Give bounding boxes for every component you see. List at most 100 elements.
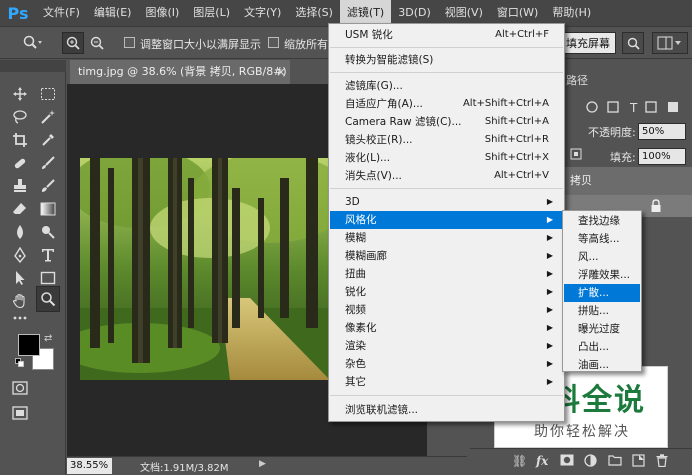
type-icon[interactable] [36, 244, 60, 266]
menu-item-label: 像素化 [345, 322, 377, 334]
brush-icon[interactable] [36, 152, 60, 174]
eraser-icon[interactable] [8, 198, 32, 220]
pen-icon[interactable] [8, 244, 32, 266]
menu-item-usm-sharpen[interactable]: USM 锐化 Alt+Ctrl+F [330, 26, 563, 44]
submenu-arrow-icon: ▶ [546, 359, 553, 368]
zoom-icon[interactable] [36, 286, 60, 312]
menu-item-convert-smart-filter[interactable]: 转换为智能滤镜(S) [330, 51, 563, 69]
menu-file[interactable]: 文件(F) [36, 0, 87, 26]
document-tab[interactable]: timg.jpg @ 38.6% (背景 拷贝, RGB/8#) * [70, 60, 290, 84]
path-selection-icon[interactable] [8, 267, 32, 289]
submenu-item-diffuse[interactable]: 扩散... [564, 284, 640, 302]
menu-item-blur-gallery[interactable]: 模糊画廊 ▶ [330, 247, 563, 265]
submenu-item-find-edges[interactable]: 查找边缘 [564, 212, 640, 230]
menu-item-lens-correction[interactable]: 镜头校正(R)... Shift+Ctrl+R [330, 131, 563, 149]
submenu-arrow-icon: ▶ [546, 251, 553, 260]
search-icon[interactable] [622, 32, 644, 54]
menu-item-stylize[interactable]: 风格化 ▶ [330, 211, 563, 229]
lasso-icon[interactable] [8, 106, 32, 128]
menu-separator [330, 188, 563, 189]
fx-icon[interactable]: fx [536, 454, 548, 468]
history-brush-icon[interactable] [36, 175, 60, 197]
menu-item-label: 杂色 [345, 358, 366, 370]
clone-stamp-icon[interactable] [8, 175, 32, 197]
opacity-label: 不透明度: [588, 126, 636, 139]
opacity-field[interactable]: 50% [638, 123, 686, 140]
menu-item-label: Camera Raw 滤镜(C)... [345, 116, 462, 128]
quick-mask-icon[interactable] [8, 377, 32, 399]
eyedropper-icon[interactable] [36, 129, 60, 151]
submenu-arrow-icon: ▶ [546, 323, 553, 332]
menu-item-camera-raw[interactable]: Camera Raw 滤镜(C)... Shift+Ctrl+A [330, 113, 563, 131]
menu-item-liquify[interactable]: 液化(L)... Shift+Ctrl+X [330, 149, 563, 167]
menu-item-shortcut: Shift+Ctrl+X [484, 152, 549, 163]
menu-item-label: 渲染 [345, 340, 366, 352]
layer-filter-icons[interactable]: T [584, 100, 684, 117]
menu-item-label: 风格化 [345, 214, 377, 226]
marquee-icon[interactable] [36, 83, 60, 105]
menu-item-3d[interactable]: 3D ▶ [330, 193, 563, 211]
link-layers-icon[interactable]: ⛓ [512, 454, 527, 468]
zoom-in-icon[interactable] [62, 32, 84, 54]
dodge-icon[interactable] [36, 221, 60, 243]
submenu-item-solarize[interactable]: 曝光过度 [564, 320, 640, 338]
menu-item-browse-online-filters[interactable]: 浏览联机滤镜... [330, 401, 563, 419]
menu-item-filter-gallery[interactable]: 滤镜库(G)... [330, 77, 563, 95]
workspace-switcher-icon[interactable] [652, 32, 688, 54]
menu-item-label: 自适应广角(A)... [345, 98, 423, 110]
submenu-item-emboss[interactable]: 浮雕效果... [564, 266, 640, 284]
menu-item-pixelate[interactable]: 像素化 ▶ [330, 319, 563, 337]
submenu-item-tiles[interactable]: 拼贴... [564, 302, 640, 320]
zoom-tool-preset-icon[interactable] [18, 32, 48, 54]
group-folder-icon[interactable] [608, 454, 622, 469]
more-tools-icon[interactable] [8, 307, 32, 329]
menu-edit[interactable]: 编辑(E) [87, 0, 139, 26]
menu-item-label: 3D [345, 196, 360, 208]
status-menu-arrow-icon[interactable]: ▶ [259, 459, 266, 469]
default-colors-icon[interactable] [15, 357, 24, 367]
layer-row-background-copy[interactable]: 拷贝 [560, 167, 692, 195]
menu-item-sharpen[interactable]: 锐化 ▶ [330, 283, 563, 301]
close-document-icon[interactable]: × [276, 60, 286, 84]
menu-type[interactable]: 文字(Y) [237, 0, 288, 26]
resize-windows-checkbox[interactable] [124, 37, 135, 48]
submenu-arrow-icon: ▶ [546, 377, 553, 386]
crop-icon[interactable] [8, 129, 32, 151]
swap-colors-icon[interactable]: ⇄ [44, 333, 52, 344]
gradient-icon[interactable] [36, 198, 60, 220]
menu-item-render[interactable]: 渲染 ▶ [330, 337, 563, 355]
screen-mode-icon[interactable] [8, 402, 32, 424]
move-icon[interactable] [8, 83, 32, 105]
zoom-all-checkbox[interactable] [268, 37, 279, 48]
zoom-level-field[interactable]: 38.55% [67, 458, 112, 474]
paths-tab[interactable]: 路径 [566, 72, 588, 88]
submenu-item-extrude[interactable]: 凸出... [564, 338, 640, 356]
menu-item-other[interactable]: 其它 ▶ [330, 373, 563, 391]
magic-wand-icon[interactable] [36, 106, 60, 128]
menu-item-noise[interactable]: 杂色 ▶ [330, 355, 563, 373]
healing-brush-icon[interactable] [8, 152, 32, 174]
fill-label: 填充: [610, 151, 636, 164]
trash-icon[interactable] [656, 454, 668, 470]
submenu-item-wind[interactable]: 风... [564, 248, 640, 266]
layer-mask-icon[interactable] [560, 454, 574, 469]
menu-item-video[interactable]: 视频 ▶ [330, 301, 563, 319]
menu-layer[interactable]: 图层(L) [186, 0, 237, 26]
submenu-item-contour[interactable]: 等高线... [564, 230, 640, 248]
zoom-out-icon[interactable] [86, 32, 108, 54]
blur-icon[interactable] [8, 221, 32, 243]
adjustment-layer-icon[interactable] [584, 454, 597, 470]
foreground-color-swatch[interactable] [18, 334, 40, 356]
menu-item-label: 锐化 [345, 286, 366, 298]
new-layer-icon[interactable] [632, 454, 645, 470]
submenu-item-oil-paint[interactable]: 油画... [564, 356, 640, 372]
menu-image[interactable]: 图像(I) [138, 0, 186, 26]
filter-menu: USM 锐化 Alt+Ctrl+F 转换为智能滤镜(S) 滤镜库(G)... 自适… [328, 23, 565, 422]
menu-item-distort[interactable]: 扭曲 ▶ [330, 265, 563, 283]
menu-item-vanishing-point[interactable]: 消失点(V)... Alt+Ctrl+V [330, 167, 563, 185]
menu-item-blur[interactable]: 模糊 ▶ [330, 229, 563, 247]
fill-screen-button[interactable]: 填充屏幕 [560, 32, 616, 54]
fill-field[interactable]: 100% [638, 148, 686, 165]
menu-item-adaptive-wide-angle[interactable]: 自适应广角(A)... Alt+Shift+Ctrl+A [330, 95, 563, 113]
lock-pixels-icon[interactable] [568, 146, 584, 162]
